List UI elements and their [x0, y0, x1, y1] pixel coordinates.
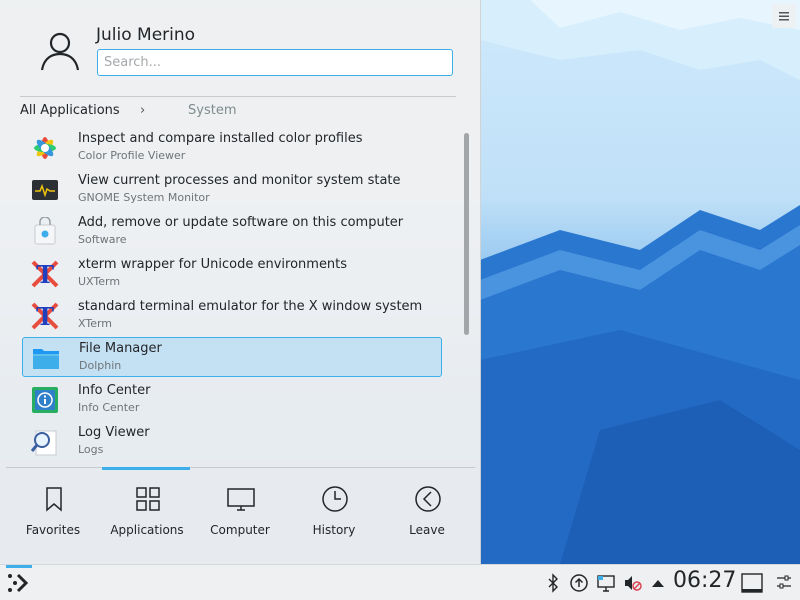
tabs-divider	[6, 467, 475, 468]
launcher-tabs: Favorites Applications Computer History …	[6, 470, 475, 564]
system-monitor-icon	[32, 180, 58, 200]
tab-computer[interactable]: Computer	[193, 470, 287, 564]
tab-favorites[interactable]: Favorites	[6, 470, 100, 564]
grid-icon	[136, 487, 160, 511]
app-name: Color Profile Viewer	[78, 149, 186, 162]
app-item-file-manager[interactable]: File Manager Dolphin	[22, 337, 442, 377]
breadcrumb-all-applications[interactable]: All Applications	[20, 103, 120, 118]
launcher-active-indicator	[6, 565, 32, 568]
app-description: Info Center	[78, 383, 151, 398]
tab-leave[interactable]: Leave	[380, 470, 474, 564]
xterm-icon: T	[31, 260, 59, 289]
app-name: Software	[78, 233, 127, 246]
breadcrumb-system[interactable]: System	[188, 103, 236, 118]
app-name: XTerm	[78, 317, 113, 330]
xterm-icon: T	[31, 302, 59, 331]
folder-icon	[33, 349, 59, 369]
kde-launcher-icon[interactable]	[6, 571, 30, 595]
app-description: standard terminal emulator for the X win…	[78, 299, 423, 314]
app-item-xterm[interactable]: T standard terminal emulator for the X w…	[22, 296, 442, 336]
app-item-info-center[interactable]: Info Center Info Center	[22, 380, 442, 420]
app-name: GNOME System Monitor	[78, 191, 210, 204]
clock-icon	[322, 486, 348, 512]
app-item-uxterm[interactable]: T xterm wrapper for Unicode environments…	[22, 254, 442, 294]
back-circle-icon	[415, 486, 441, 512]
volume-muted-icon[interactable]	[622, 573, 642, 593]
log-viewer-icon	[30, 430, 57, 456]
application-list: Inspect and compare installed color prof…	[20, 128, 450, 464]
search-input[interactable]	[97, 49, 453, 76]
app-item-system-monitor[interactable]: View current processes and monitor syste…	[22, 170, 442, 210]
show-desktop-icon[interactable]	[740, 571, 764, 595]
user-name: Julio Merino	[96, 25, 196, 45]
tab-label: Favorites	[25, 523, 81, 537]
header-divider	[20, 96, 456, 97]
bottom-panel: 06:27	[0, 564, 800, 600]
tab-label: History	[312, 523, 356, 537]
app-item-color-profile-viewer[interactable]: Inspect and compare installed color prof…	[22, 128, 442, 168]
breadcrumb-chevron-icon: ›	[140, 103, 146, 118]
update-icon[interactable]	[569, 573, 589, 593]
bookmark-icon	[46, 487, 62, 512]
digital-clock[interactable]: 06:27	[673, 568, 736, 593]
app-description: xterm wrapper for Unicode environments	[78, 257, 348, 272]
tab-label: Leave	[409, 523, 445, 537]
monitor-icon	[227, 488, 255, 511]
app-description: Inspect and compare installed color prof…	[78, 131, 363, 146]
desktop-toolbox-button[interactable]	[772, 4, 796, 28]
app-name: Logs	[78, 443, 104, 456]
user-avatar-icon	[40, 32, 80, 71]
app-description: Log Viewer	[78, 425, 150, 440]
tab-label: Applications	[110, 523, 184, 537]
list-scrollbar[interactable]	[464, 133, 469, 335]
expand-up-icon[interactable]	[648, 573, 668, 593]
svg-text:T: T	[36, 260, 54, 289]
app-name: Dolphin	[79, 359, 122, 372]
info-icon	[32, 387, 58, 413]
app-item-log-viewer[interactable]: Log Viewer Logs	[22, 422, 442, 462]
bluetooth-icon[interactable]	[543, 573, 563, 593]
app-description: View current processes and monitor syste…	[78, 173, 401, 188]
app-item-software[interactable]: Add, remove or update software on this c…	[22, 212, 442, 252]
tab-history[interactable]: History	[287, 470, 381, 564]
panel-settings-icon[interactable]	[776, 574, 792, 590]
application-launcher-menu: Julio Merino All Applications › System I…	[0, 0, 481, 564]
hamburger-icon	[779, 12, 789, 21]
app-description: File Manager	[79, 341, 162, 356]
software-store-icon	[34, 217, 56, 245]
app-description: Add, remove or update software on this c…	[78, 215, 404, 230]
network-icon[interactable]	[596, 573, 616, 593]
tab-label: Computer	[210, 523, 270, 537]
app-name: Info Center	[78, 401, 140, 414]
tab-applications[interactable]: Applications	[100, 470, 194, 564]
color-profile-icon	[34, 137, 56, 159]
svg-text:T: T	[36, 302, 54, 331]
app-name: UXTerm	[78, 275, 121, 288]
